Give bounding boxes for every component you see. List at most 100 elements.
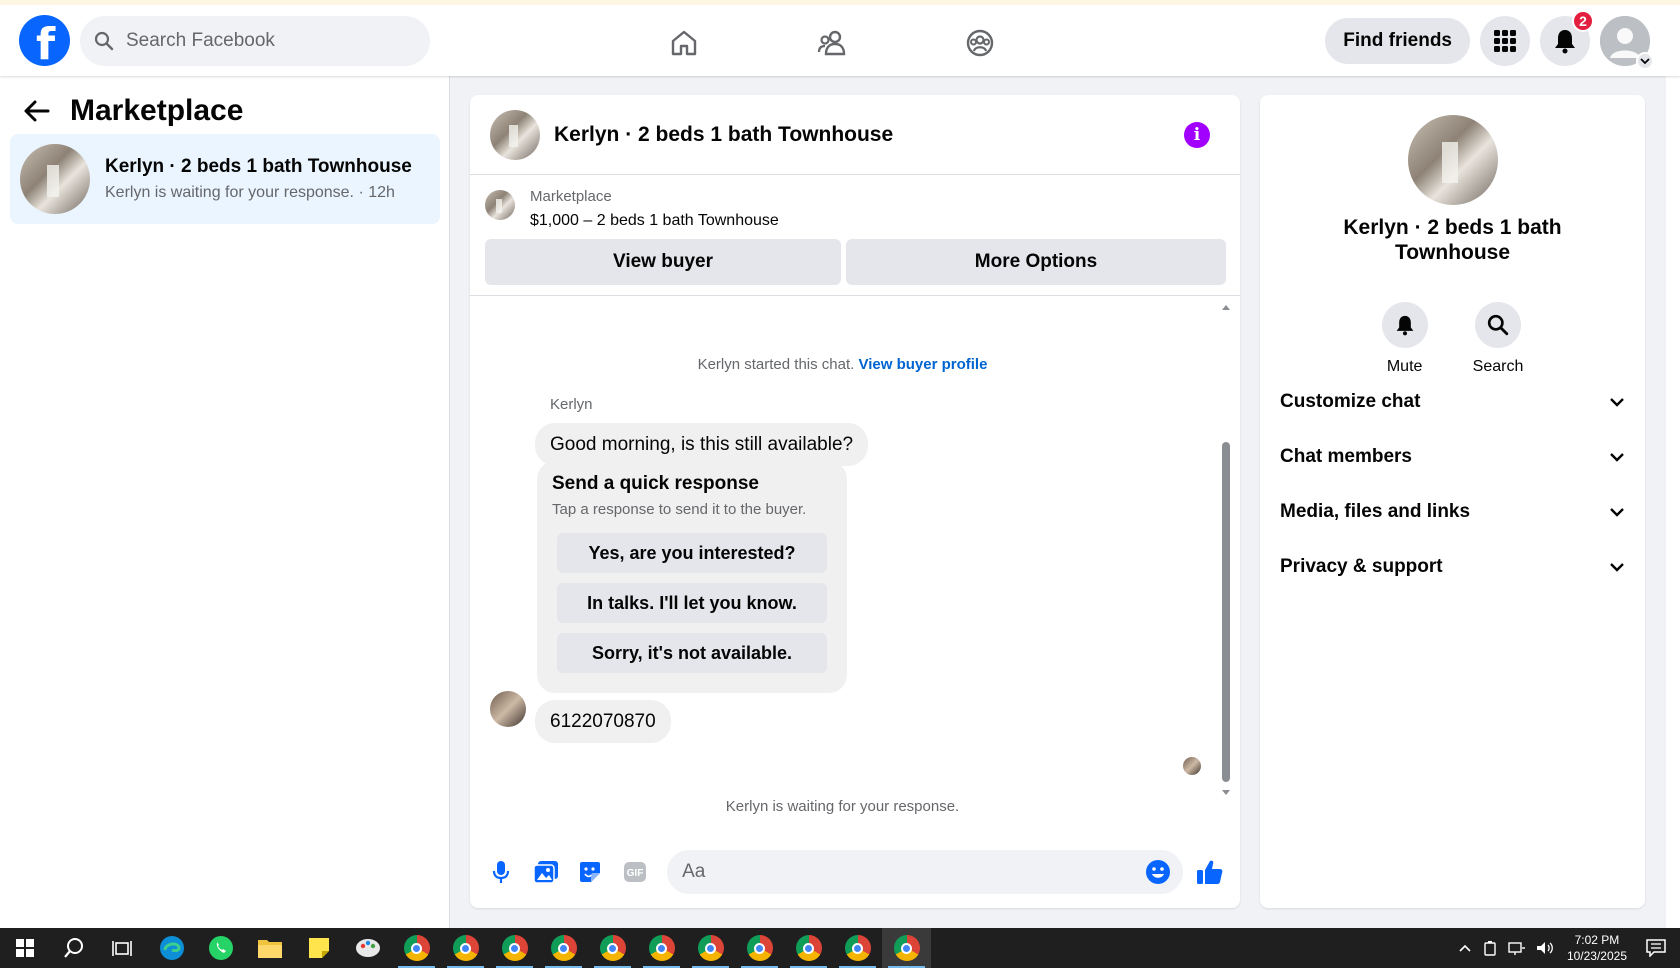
search-label: Search xyxy=(1472,358,1524,375)
page-scrollbar[interactable] xyxy=(1666,76,1680,928)
chat-started-notice: Kerlyn started this chat. View buyer pro… xyxy=(470,356,1215,373)
chrome-icon[interactable] xyxy=(539,928,588,968)
chrome-icon[interactable] xyxy=(588,928,637,968)
scroll-up-arrow-icon[interactable] xyxy=(1221,303,1231,311)
search-action[interactable]: Search xyxy=(1472,302,1524,376)
scroll-down-arrow-icon[interactable] xyxy=(1221,789,1231,797)
notifications-button[interactable]: 2 xyxy=(1540,10,1594,66)
battery-icon[interactable] xyxy=(1482,940,1498,956)
listing-thumbnail xyxy=(20,144,90,214)
photo-icon[interactable] xyxy=(531,857,561,887)
chat-scrollbar[interactable] xyxy=(1220,303,1231,797)
scroll-thumb[interactable] xyxy=(1222,442,1230,782)
quick-response-option[interactable]: Yes, are you interested? xyxy=(557,533,827,573)
home-icon[interactable] xyxy=(660,19,708,67)
chrome-icon[interactable] xyxy=(833,928,882,968)
message-bubble[interactable]: 6122070870 xyxy=(535,700,671,743)
quick-response-option[interactable]: Sorry, it's not available. xyxy=(557,633,827,673)
notification-center-icon[interactable] xyxy=(1646,939,1666,957)
clock-time: 7:02 PM xyxy=(1574,933,1620,947)
section-privacy-support[interactable]: Privacy & support xyxy=(1280,547,1625,587)
search-placeholder: Search Facebook xyxy=(126,30,275,51)
message-thread[interactable]: Kerlyn started this chat. View buyer pro… xyxy=(470,296,1240,836)
network-icon[interactable] xyxy=(1508,940,1526,956)
chrome-icon[interactable] xyxy=(392,928,441,968)
section-label: Customize chat xyxy=(1280,391,1421,412)
gif-icon[interactable]: GIF xyxy=(620,857,650,887)
chevron-down-icon xyxy=(1610,398,1624,407)
find-friends-button[interactable]: Find friends xyxy=(1325,18,1470,64)
bell-icon xyxy=(1555,30,1575,54)
listing-thumbnail xyxy=(1408,115,1498,205)
chrome-icon[interactable] xyxy=(882,928,931,968)
groups-icon[interactable] xyxy=(956,19,1004,67)
chat-thumbnail[interactable] xyxy=(490,109,540,160)
sticker-icon[interactable] xyxy=(576,857,606,887)
view-buyer-profile-link[interactable]: View buyer profile xyxy=(858,356,987,373)
thumbs-up-icon[interactable] xyxy=(1195,857,1225,887)
chat-title[interactable]: Kerlyn · 2 beds 1 bath Townhouse xyxy=(554,123,893,147)
edge-browser-icon[interactable] xyxy=(147,928,196,968)
sender-name: Kerlyn xyxy=(550,396,593,413)
facebook-logo[interactable]: f xyxy=(19,15,70,70)
paint-icon[interactable] xyxy=(343,928,392,968)
section-chat-members[interactable]: Chat members xyxy=(1280,437,1625,477)
chevron-up-icon[interactable] xyxy=(1458,943,1472,953)
chrome-icon[interactable] xyxy=(735,928,784,968)
left-sidebar: Marketplace Kerlyn · 2 beds 1 bath Townh… xyxy=(0,76,450,928)
conversation-list-item[interactable]: Kerlyn · 2 beds 1 bath Townhouse Kerlyn … xyxy=(10,134,440,224)
more-options-button[interactable]: More Options xyxy=(846,239,1226,285)
search-icon xyxy=(94,31,114,51)
chrome-icon[interactable] xyxy=(784,928,833,968)
chrome-icon[interactable] xyxy=(686,928,735,968)
whatsapp-icon[interactable] xyxy=(196,928,245,968)
search-input[interactable]: Search Facebook xyxy=(80,16,430,66)
microphone-icon[interactable] xyxy=(486,857,516,887)
section-media-files-links[interactable]: Media, files and links xyxy=(1280,492,1625,532)
menu-grid-button[interactable] xyxy=(1480,16,1530,66)
chrome-icon[interactable] xyxy=(490,928,539,968)
conversation-title: Kerlyn · 2 beds 1 bath Townhouse xyxy=(105,156,412,177)
chevron-down-icon xyxy=(1610,453,1624,462)
chat-panel: Kerlyn · 2 beds 1 bath Townhouse i Marke… xyxy=(470,95,1240,908)
seen-indicator-avatar xyxy=(1183,757,1201,775)
section-label: Chat members xyxy=(1280,446,1412,467)
taskbar-clock[interactable]: 7:02 PM 10/23/2025 xyxy=(1567,932,1627,964)
sender-avatar[interactable] xyxy=(490,691,526,727)
task-view-icon[interactable] xyxy=(98,928,147,968)
top-bar: f Search Facebook Find friends 2 xyxy=(0,0,1680,76)
page-title: Marketplace xyxy=(70,94,244,127)
grid-icon xyxy=(1494,30,1516,52)
details-title: Kerlyn · 2 beds 1 bath Townhouse xyxy=(1343,216,1562,264)
listing-title[interactable]: $1,000 – 2 beds 1 bath Townhouse xyxy=(530,212,779,230)
volume-icon[interactable] xyxy=(1536,940,1554,956)
message-composer: GIF Aa xyxy=(470,836,1240,908)
mute-action[interactable]: Mute xyxy=(1381,302,1428,376)
back-arrow-icon[interactable] xyxy=(24,100,50,122)
sticky-notes-icon[interactable] xyxy=(294,928,343,968)
bell-icon[interactable] xyxy=(1381,302,1428,348)
section-customize-chat[interactable]: Customize chat xyxy=(1280,382,1625,422)
chat-started-text: Kerlyn started this chat. xyxy=(697,356,855,373)
info-icon[interactable]: i xyxy=(1184,122,1210,148)
windows-taskbar: 7:02 PM 10/23/2025 xyxy=(0,928,1680,968)
taskbar-search-icon[interactable] xyxy=(49,928,98,968)
message-bubble[interactable]: Good morning, is this still available? xyxy=(535,423,869,466)
emoji-icon[interactable] xyxy=(1145,859,1171,885)
account-avatar-button[interactable] xyxy=(1600,16,1654,70)
quick-response-subtitle: Tap a response to send it to the buyer. xyxy=(552,501,807,518)
friends-icon[interactable] xyxy=(808,19,856,67)
chevron-down-icon xyxy=(1610,563,1624,572)
search-icon[interactable] xyxy=(1474,302,1521,348)
windows-start-icon[interactable] xyxy=(0,928,49,968)
file-explorer-icon[interactable] xyxy=(245,928,294,968)
chrome-icon[interactable] xyxy=(637,928,686,968)
chrome-icon[interactable] xyxy=(441,928,490,968)
svg-text:GIF: GIF xyxy=(627,868,644,879)
view-buyer-button[interactable]: View buyer xyxy=(485,239,841,285)
notification-badge: 2 xyxy=(1572,10,1594,32)
message-input[interactable]: Aa xyxy=(667,850,1184,894)
clock-date: 10/23/2025 xyxy=(1566,949,1627,963)
message-input-placeholder: Aa xyxy=(682,861,706,882)
quick-response-option[interactable]: In talks. I'll let you know. xyxy=(557,583,827,623)
